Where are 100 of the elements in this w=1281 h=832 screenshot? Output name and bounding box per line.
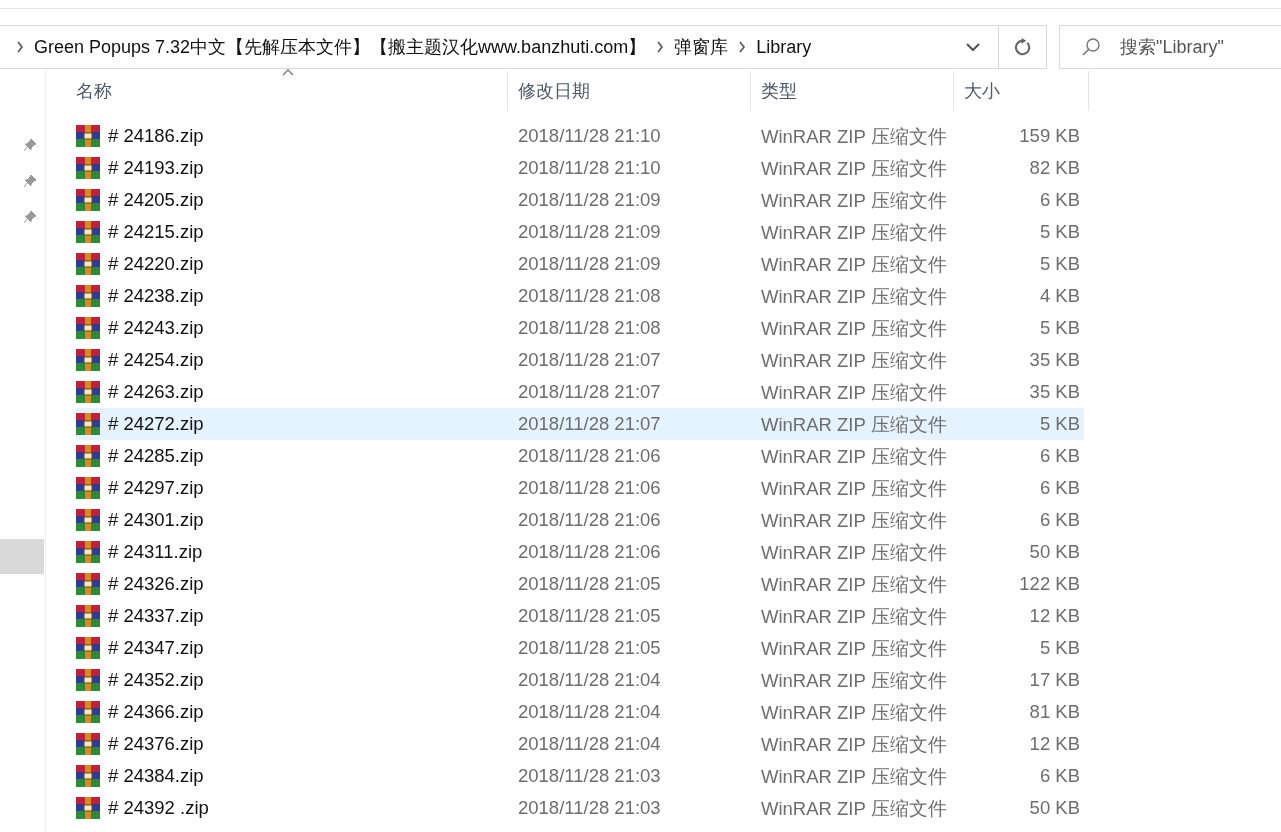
file-row[interactable]: # 24326.zip 2018/11/28 21:05 WinRAR ZIP 压缩文件 122 KB (76, 568, 1084, 600)
file-type: WinRAR ZIP 压缩文件 (761, 316, 947, 341)
modified-date: 2018/11/28 21:09 (518, 253, 661, 275)
file-type: WinRAR ZIP 压缩文件 (761, 636, 947, 661)
archive-icon (76, 381, 100, 403)
modified-date: 2018/11/28 21:08 (518, 317, 661, 339)
file-row[interactable]: # 24301.zip 2018/11/28 21:06 WinRAR ZIP 压缩文件 6 KB (76, 504, 1084, 536)
modified-date: 2018/11/28 21:07 (518, 381, 661, 403)
file-row[interactable]: # 24220.zip 2018/11/28 21:09 WinRAR ZIP 压缩文件 5 KB (76, 248, 1084, 280)
file-row[interactable]: # 24205.zip 2018/11/28 21:09 WinRAR ZIP 压缩文件 6 KB (76, 184, 1084, 216)
file-size: 5 KB (1039, 221, 1080, 243)
column-header[interactable]: 名称 (76, 71, 508, 111)
modified-date: 2018/11/28 21:05 (518, 573, 661, 595)
breadcrumb-item[interactable]: Green Popups 7.32中文【先解压本文件】【搬主题汉化www.banzhuti.com】 (34, 35, 647, 59)
file-row[interactable]: # 24263.zip 2018/11/28 21:07 WinRAR ZIP 压缩文件 35 KB (76, 376, 1084, 408)
file-name: # 24297.zip (108, 477, 204, 499)
file-row[interactable]: # 24352.zip 2018/11/28 21:04 WinRAR ZIP 压缩文件 17 KB (76, 664, 1084, 696)
archive-icon (76, 445, 100, 467)
file-type: WinRAR ZIP 压缩文件 (761, 604, 947, 629)
modified-date: 2018/11/28 21:10 (518, 157, 661, 179)
file-row[interactable]: # 24297.zip 2018/11/28 21:06 WinRAR ZIP 压缩文件 6 KB (76, 472, 1084, 504)
file-row[interactable]: # 24384.zip 2018/11/28 21:03 WinRAR ZIP 压缩文件 6 KB (76, 760, 1084, 792)
file-size: 5 KB (1039, 317, 1080, 339)
archive-icon (76, 797, 100, 819)
file-type: WinRAR ZIP 压缩文件 (761, 380, 947, 405)
pin-icon (23, 138, 37, 152)
file-size: 12 KB (1029, 733, 1080, 755)
column-header[interactable]: 大小 (954, 71, 1089, 111)
archive-icon (76, 349, 100, 371)
file-size: 5 KB (1039, 637, 1080, 659)
file-name: # 24285.zip (108, 445, 204, 467)
file-row[interactable]: # 24272.zip 2018/11/28 21:07 WinRAR ZIP 压缩文件 5 KB (76, 408, 1084, 440)
modified-date: 2018/11/28 21:06 (518, 477, 661, 499)
archive-icon (76, 733, 100, 755)
file-row[interactable]: # 24254.zip 2018/11/28 21:07 WinRAR ZIP 压缩文件 35 KB (76, 344, 1084, 376)
file-type: WinRAR ZIP 压缩文件 (761, 668, 947, 693)
archive-icon (76, 573, 100, 595)
search-field[interactable]: 搜索"Library" (1059, 25, 1281, 69)
archive-icon (76, 541, 100, 563)
file-size: 35 KB (1029, 349, 1080, 371)
modified-date: 2018/11/28 21:09 (518, 221, 661, 243)
modified-date: 2018/11/28 21:04 (518, 669, 661, 691)
file-size: 6 KB (1039, 509, 1080, 531)
file-type: WinRAR ZIP 压缩文件 (761, 732, 947, 757)
modified-date: 2018/11/28 21:09 (518, 189, 661, 211)
file-name: # 24215.zip (108, 221, 204, 243)
file-type: WinRAR ZIP 压缩文件 (761, 284, 947, 309)
file-row[interactable]: # 24392 .zip 2018/11/28 21:03 WinRAR ZIP 压缩文件 50 KB (76, 792, 1084, 824)
dropdown-caret-icon[interactable] (966, 42, 980, 52)
file-type: WinRAR ZIP 压缩文件 (761, 220, 947, 245)
archive-icon (76, 221, 100, 243)
file-row[interactable]: # 24215.zip 2018/11/28 21:09 WinRAR ZIP 压缩文件 5 KB (76, 216, 1084, 248)
file-size: 122 KB (1019, 573, 1080, 595)
file-type: WinRAR ZIP 压缩文件 (761, 540, 947, 565)
file-size: 6 KB (1039, 189, 1080, 211)
file-name: # 24311.zip (108, 541, 203, 563)
file-row[interactable]: # 24193.zip 2018/11/28 21:10 WinRAR ZIP 压缩文件 82 KB (76, 152, 1084, 184)
file-row[interactable]: # 24366.zip 2018/11/28 21:04 WinRAR ZIP 压缩文件 81 KB (76, 696, 1084, 728)
address-bar[interactable]: Green Popups 7.32中文【先解压本文件】【搬主题汉化www.banzhuti.com】 弹窗库 Library (0, 25, 1047, 69)
archive-icon (76, 669, 100, 691)
modified-date: 2018/11/28 21:06 (518, 445, 661, 467)
file-name: # 24352.zip (108, 669, 204, 691)
sort-up-icon (281, 69, 294, 76)
modified-date: 2018/11/28 21:05 (518, 637, 661, 659)
pin-icon (23, 210, 37, 224)
archive-icon (76, 157, 100, 179)
file-row[interactable]: # 24376.zip 2018/11/28 21:04 WinRAR ZIP 压缩文件 12 KB (76, 728, 1084, 760)
breadcrumb-item[interactable]: Library (756, 36, 812, 58)
column-header[interactable]: 类型 (751, 71, 954, 111)
file-size: 50 KB (1029, 797, 1080, 819)
column-header[interactable]: 修改日期 (508, 71, 751, 111)
file-row[interactable]: # 24243.zip 2018/11/28 21:08 WinRAR ZIP 压缩文件 5 KB (76, 312, 1084, 344)
modified-date: 2018/11/28 21:07 (518, 413, 661, 435)
file-row[interactable]: # 24186.zip 2018/11/28 21:10 WinRAR ZIP 压缩文件 159 KB (76, 120, 1084, 152)
file-size: 35 KB (1029, 381, 1080, 403)
file-row[interactable]: # 24311.zip 2018/11/28 21:06 WinRAR ZIP 压缩文件 50 KB (76, 536, 1084, 568)
modified-date: 2018/11/28 21:05 (518, 605, 661, 627)
modified-date: 2018/11/28 21:10 (518, 125, 661, 147)
file-name: # 24366.zip (108, 701, 204, 723)
file-type: WinRAR ZIP 压缩文件 (761, 700, 947, 725)
file-type: WinRAR ZIP 压缩文件 (761, 796, 947, 821)
file-row[interactable]: # 24347.zip 2018/11/28 21:05 WinRAR ZIP 压缩文件 5 KB (76, 632, 1084, 664)
chevron-right-icon (656, 41, 665, 53)
file-name: # 24220.zip (108, 253, 204, 275)
breadcrumb-item[interactable]: 弹窗库 (674, 35, 729, 59)
modified-date: 2018/11/28 21:04 (518, 733, 661, 755)
modified-date: 2018/11/28 21:04 (518, 701, 661, 723)
pin-icon (23, 174, 37, 188)
file-row[interactable]: # 24337.zip 2018/11/28 21:05 WinRAR ZIP 压缩文件 12 KB (76, 600, 1084, 632)
file-row[interactable]: # 24238.zip 2018/11/28 21:08 WinRAR ZIP 压缩文件 4 KB (76, 280, 1084, 312)
archive-icon (76, 509, 100, 531)
file-type: WinRAR ZIP 压缩文件 (761, 444, 947, 469)
file-name: # 24254.zip (108, 349, 204, 371)
file-name: # 24337.zip (108, 605, 204, 627)
file-type: WinRAR ZIP 压缩文件 (761, 412, 947, 437)
file-name: # 24205.zip (108, 189, 204, 211)
file-name: # 24263.zip (108, 381, 204, 403)
file-name: # 24238.zip (108, 285, 204, 307)
file-row[interactable]: # 24285.zip 2018/11/28 21:06 WinRAR ZIP 压缩文件 6 KB (76, 440, 1084, 472)
file-size: 6 KB (1039, 477, 1080, 499)
